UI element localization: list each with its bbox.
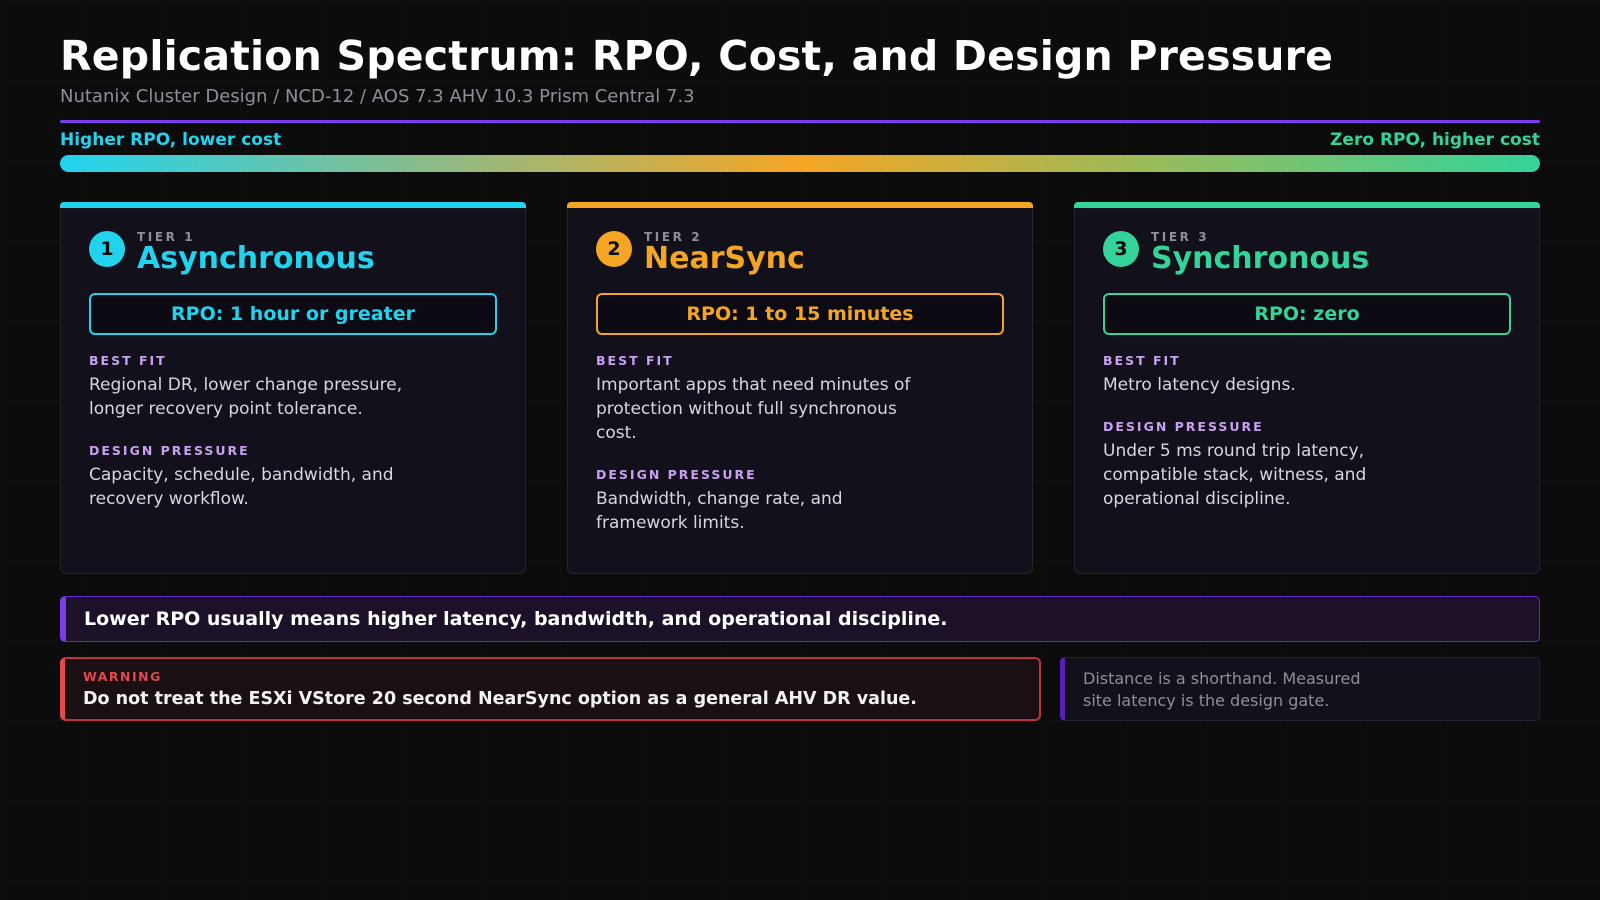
rpo-badge: RPO: 1 hour or greater	[89, 293, 497, 335]
spectrum-left-label: Higher RPO, lower cost	[60, 130, 282, 150]
design-pressure-label: DESIGN PRESSURE	[1103, 419, 1264, 434]
tier-card-asynchronous: 1 TIER 1 Asynchronous RPO: 1 hour or gre…	[60, 202, 526, 574]
design-pressure-text: Bandwidth, change rate, and framework li…	[596, 489, 843, 533]
tier-card-nearsync: 2 TIER 2 NearSync RPO: 1 to 15 minutes B…	[567, 202, 1033, 574]
rpo-badge: RPO: 1 to 15 minutes	[596, 293, 1004, 335]
tier-card-synchronous: 3 TIER 3 Synchronous RPO: zero BEST FIT …	[1074, 202, 1540, 574]
tier-heading: TIER 3 Synchronous	[1151, 231, 1369, 275]
tier-name: Synchronous	[1151, 241, 1370, 276]
page-subtitle: Nutanix Cluster Design / NCD-12 / AOS 7.…	[60, 86, 695, 107]
tier-number-badge: 3	[1103, 231, 1139, 267]
best-fit-label: BEST FIT	[596, 353, 674, 368]
tier-number-badge: 2	[596, 231, 632, 267]
tier-cards: 1 TIER 1 Asynchronous RPO: 1 hour or gre…	[60, 202, 1540, 574]
tier-name: Asynchronous	[137, 241, 375, 276]
design-pressure-text: Under 5 ms round trip latency, compatibl…	[1103, 441, 1367, 509]
tier-card-accent-bar	[1074, 202, 1540, 208]
spectrum-gradient-bar	[60, 155, 1540, 172]
warning-text: Do not treat the ESXi VStore 20 second N…	[83, 689, 917, 709]
tier-card-accent-bar	[567, 202, 1033, 208]
rpo-badge: RPO: zero	[1103, 293, 1511, 335]
design-pressure-label: DESIGN PRESSURE	[89, 443, 250, 458]
tier-card-header: 1 TIER 1 Asynchronous	[89, 231, 497, 275]
best-fit-text: Metro latency designs.	[1103, 375, 1296, 395]
design-pressure-text: Capacity, schedule, bandwidth, and recov…	[89, 465, 394, 509]
best-fit-label: BEST FIT	[1103, 353, 1181, 368]
tier-card-header: 3 TIER 3 Synchronous	[1103, 231, 1511, 275]
spectrum-labels: Higher RPO, lower cost Zero RPO, higher …	[60, 129, 1540, 151]
tier-heading: TIER 2 NearSync	[644, 231, 805, 275]
tier-heading: TIER 1 Asynchronous	[137, 231, 375, 275]
spectrum-right-label: Zero RPO, higher cost	[1330, 130, 1540, 150]
best-fit-text: Important apps that need minutes of prot…	[596, 375, 911, 443]
tier-card-header: 2 TIER 2 NearSync	[596, 231, 1004, 275]
tier-name: NearSync	[644, 241, 805, 276]
bottom-callouts: WARNING Do not treat the ESXi VStore 20 …	[60, 657, 1540, 721]
slide: Replication Spectrum: RPO, Cost, and Des…	[60, 30, 1540, 721]
design-pressure-label: DESIGN PRESSURE	[596, 467, 757, 482]
warning-label: WARNING	[83, 669, 162, 684]
tier-number-badge: 1	[89, 231, 125, 267]
latency-note: Distance is a shorthand. Measured site l…	[1060, 657, 1540, 721]
latency-note-text: Distance is a shorthand. Measured site l…	[1083, 669, 1361, 710]
tradeoff-callout: Lower RPO usually means higher latency, …	[60, 596, 1540, 642]
title-divider	[60, 120, 1540, 123]
best-fit-text: Regional DR, lower change pressure, long…	[89, 375, 403, 419]
best-fit-label: BEST FIT	[89, 353, 167, 368]
tier-card-accent-bar	[60, 202, 526, 208]
warning-callout: WARNING Do not treat the ESXi VStore 20 …	[60, 657, 1041, 721]
page-title: Replication Spectrum: RPO, Cost, and Des…	[60, 32, 1334, 80]
